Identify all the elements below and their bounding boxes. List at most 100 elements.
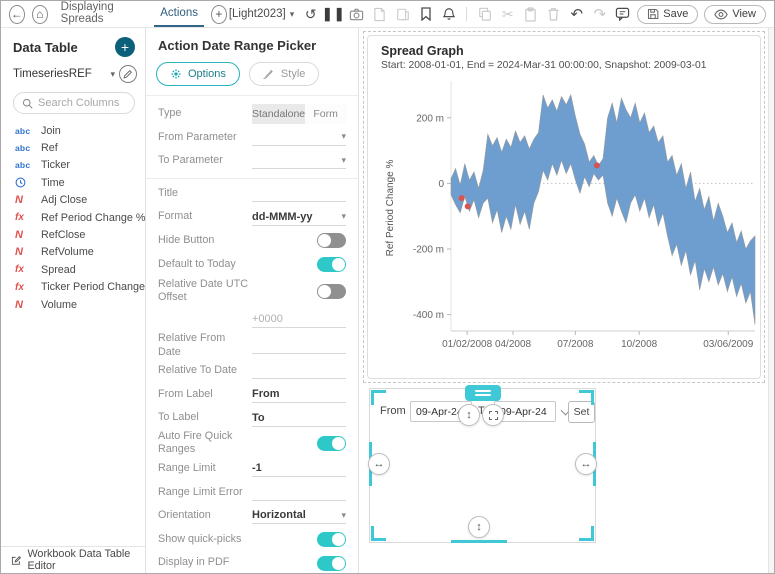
to-parameter-dropdown[interactable]: ▾: [252, 152, 346, 169]
theme-label: [Light2023]: [229, 8, 286, 20]
field-row-spread[interactable]: fxSpread: [15, 261, 145, 278]
display-in-pdf-toggle[interactable]: [317, 556, 346, 571]
field-label: Range Limit Error: [158, 486, 252, 499]
field-row-join[interactable]: abcJoin: [15, 122, 145, 139]
field-label: Volume: [41, 299, 77, 311]
selection-corner-bottom-right: [579, 526, 594, 541]
plus-icon: +: [215, 7, 222, 21]
formula-column-icon: fx: [15, 212, 35, 223]
view-button[interactable]: View: [704, 5, 766, 24]
bookmark-icon[interactable]: [417, 6, 434, 23]
field-value: Horizontal: [252, 509, 337, 521]
auto-fire-toggle[interactable]: [317, 436, 346, 451]
trash-icon[interactable]: [545, 6, 562, 23]
field-label: Format: [158, 210, 252, 223]
svg-text:0: 0: [438, 179, 444, 190]
pdf-export-icon[interactable]: [371, 6, 388, 23]
resize-vertical-handle[interactable]: ↕: [458, 404, 480, 426]
field-row-ref-period-change-[interactable]: fxRef Period Change %: [15, 209, 145, 226]
to-label-input[interactable]: To: [252, 410, 346, 427]
show-quick-picks-toggle[interactable]: [317, 532, 346, 547]
add-data-table-button[interactable]: +: [115, 37, 135, 57]
tab-actions[interactable]: Actions: [154, 1, 204, 27]
field-label: To Label: [158, 411, 252, 424]
search-columns-box[interactable]: [13, 92, 135, 114]
tab-displaying-spreads[interactable]: Displaying Spreads: [55, 1, 148, 27]
view-label: View: [732, 8, 756, 20]
pencil-icon: [123, 69, 133, 79]
copy-icon[interactable]: [476, 6, 493, 23]
orientation-dropdown[interactable]: Horizontal ▾: [252, 507, 346, 524]
back-button[interactable]: ←: [9, 5, 25, 24]
svg-text:04/2008: 04/2008: [495, 339, 532, 350]
tab-options[interactable]: Options: [156, 62, 240, 86]
divider: [146, 178, 358, 179]
resize-bottom-handle[interactable]: ↕: [468, 516, 490, 538]
refresh-icon[interactable]: ↺: [302, 6, 319, 23]
range-limit-error-input[interactable]: [252, 484, 346, 501]
search-columns-input[interactable]: [38, 97, 126, 109]
cut-scissors-icon[interactable]: ✂: [499, 6, 516, 23]
title-input[interactable]: [252, 185, 346, 202]
resize-left-handle[interactable]: ↔: [368, 453, 390, 475]
save-button[interactable]: Save: [637, 5, 698, 24]
toolbar-divider: [466, 7, 467, 21]
range-limit-input[interactable]: -1: [252, 460, 346, 477]
resize-right-handle[interactable]: ↔: [575, 453, 597, 475]
chevron-down-icon[interactable]: ▾: [110, 69, 115, 80]
relative-to-date-input[interactable]: [252, 362, 346, 379]
field-row-volume[interactable]: N Volume: [15, 296, 145, 313]
utc-offset-input[interactable]: +0000: [252, 311, 346, 328]
format-dropdown[interactable]: dd-MMM-yy▾: [252, 209, 346, 226]
maximize-handle[interactable]: [482, 404, 504, 426]
field-row-ref[interactable]: abcRef: [15, 139, 145, 156]
camera-icon[interactable]: [348, 6, 365, 23]
paste-clipboard-icon[interactable]: [522, 6, 539, 23]
field-row-refvolume[interactable]: NRefVolume: [15, 244, 145, 261]
form-row-from-label: From Label From: [158, 383, 346, 407]
canvas-scrollbar[interactable]: [768, 28, 774, 573]
field-label: Orientation: [158, 509, 252, 522]
relative-from-date-input[interactable]: [252, 337, 346, 354]
field-value: -1: [252, 462, 346, 474]
field-row-refclose[interactable]: NRefClose: [15, 226, 145, 243]
workbook-data-table-editor-button[interactable]: Workbook Data Table Editor: [1, 546, 145, 573]
pause-icon[interactable]: ❚❚: [325, 6, 342, 23]
default-to-today-toggle[interactable]: [317, 257, 346, 272]
notifications-bell-icon[interactable]: [440, 6, 457, 23]
add-tab-button[interactable]: +: [211, 5, 227, 24]
field-label: Show quick-picks: [158, 533, 252, 546]
data-table-name[interactable]: TimeseriesREF: [13, 68, 106, 80]
relative-utc-toggle[interactable]: [317, 284, 346, 299]
hide-button-toggle[interactable]: [317, 233, 346, 248]
type-option-standalone[interactable]: Standalone: [252, 104, 305, 124]
form-row-orientation: Orientation Horizontal ▾: [158, 504, 346, 528]
field-row-time[interactable]: Time: [15, 174, 145, 191]
redo-icon[interactable]: ↷: [591, 6, 608, 23]
comment-icon[interactable]: [614, 6, 631, 23]
from-label-input[interactable]: From: [252, 386, 346, 403]
field-row-ticker-period-change-[interactable]: fxTicker Period Change %: [15, 279, 145, 296]
home-button[interactable]: ⌂: [32, 5, 48, 24]
date-range-picker-part[interactable]: From To Set ↕ ↔ ↔ ↕: [369, 388, 596, 543]
theme-selector[interactable]: [Light2023] ▾: [227, 8, 296, 20]
selection-corner-bottom-left: [371, 526, 386, 541]
undo-icon[interactable]: ↶: [568, 6, 585, 23]
svg-text:Ref Period Change %: Ref Period Change %: [385, 160, 396, 257]
edit-data-table-button[interactable]: [119, 65, 137, 83]
field-placeholder: +0000: [252, 313, 346, 325]
numeric-column-icon: N: [15, 299, 35, 311]
export-data-icon[interactable]: [394, 6, 411, 23]
spread-graph-part[interactable]: Spread Graph Start: 2008-01-01, End = 20…: [363, 31, 765, 383]
chevron-down-icon: ▾: [341, 510, 346, 521]
move-handle[interactable]: [465, 385, 501, 401]
field-label: Ticker: [41, 159, 70, 171]
field-row-adj-close[interactable]: NAdj Close: [15, 192, 145, 209]
type-option-form[interactable]: Form: [305, 104, 346, 124]
form-row-default-to-today: Default to Today: [158, 253, 346, 277]
chevron-down-icon: ▾: [290, 9, 295, 20]
tab-style[interactable]: Style: [249, 62, 319, 86]
from-parameter-dropdown[interactable]: ▾: [252, 129, 346, 146]
action-settings-panel: Action Date Range Picker Options Style T…: [146, 28, 359, 573]
field-row-ticker[interactable]: abcTicker: [15, 157, 145, 174]
